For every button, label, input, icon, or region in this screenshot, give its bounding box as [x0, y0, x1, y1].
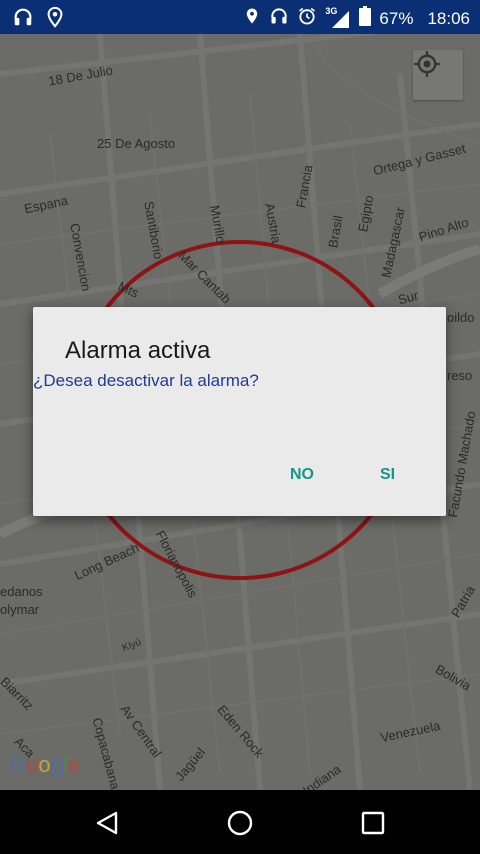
- my-location-button[interactable]: [413, 50, 463, 100]
- dialog-message: ¿Desea desactivar la alarma?: [33, 371, 259, 390]
- recents-icon[interactable]: [358, 808, 388, 838]
- alarm-icon: [297, 6, 317, 31]
- battery-level: 67%: [379, 8, 414, 28]
- alarm-dialog: Alarma activa ¿Desea desactivar la alarm…: [33, 307, 446, 516]
- location-pin-icon: [44, 6, 66, 33]
- street-label: edanos: [0, 584, 43, 599]
- status-bar: 3G 67% 18:06: [0, 0, 480, 34]
- dialog-title: Alarma activa: [65, 337, 211, 364]
- street-label: olymar: [0, 602, 40, 617]
- location-icon: [243, 6, 261, 31]
- no-button[interactable]: NO: [282, 462, 322, 488]
- back-icon[interactable]: [92, 808, 122, 838]
- navigation-bar: [0, 790, 480, 854]
- google-attribution: Google: [9, 752, 80, 778]
- street-label: reso: [447, 368, 473, 383]
- signal-3g-icon: 3G: [325, 6, 351, 29]
- logo-letter: G: [9, 752, 27, 777]
- yes-button[interactable]: SI: [372, 462, 403, 488]
- home-icon[interactable]: [225, 808, 255, 838]
- clock: 18:06: [427, 8, 470, 28]
- logo-letter: e: [67, 752, 81, 777]
- street-label: 25 De Agosto: [97, 136, 176, 151]
- headphones-icon: [269, 6, 289, 31]
- battery-icon: [359, 6, 372, 31]
- headphones-icon: [12, 6, 34, 33]
- logo-letter: o: [38, 752, 51, 777]
- street-label: oildo: [447, 310, 475, 325]
- logo-letter: g: [50, 752, 63, 777]
- logo-letter: o: [26, 752, 39, 777]
